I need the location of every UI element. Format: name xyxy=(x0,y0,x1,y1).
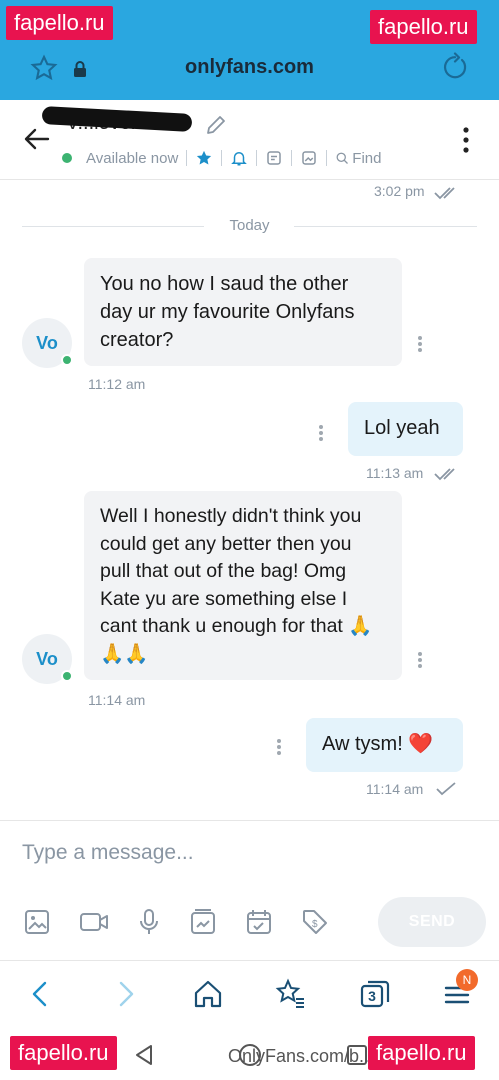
price-tag-icon[interactable]: $ xyxy=(300,907,330,937)
pencil-icon[interactable] xyxy=(205,114,227,136)
back-icon[interactable] xyxy=(24,977,58,1011)
watermark-bottom-right: fapello.ru xyxy=(368,1036,475,1070)
forward-icon[interactable] xyxy=(108,977,142,1011)
search-icon[interactable] xyxy=(335,151,350,166)
message-composer: Type a message... $ SEND xyxy=(0,820,499,960)
message-bubble-outgoing[interactable]: Aw tysm! ❤️ xyxy=(306,718,463,772)
system-back-icon[interactable] xyxy=(134,1044,154,1066)
divider xyxy=(291,150,293,166)
chat-header: V...lover Available now Find xyxy=(0,100,499,180)
message-time: 11:13 am xyxy=(366,465,424,481)
avatar[interactable]: Vo xyxy=(22,318,73,368)
message-time: 3:02 pm xyxy=(374,183,425,199)
avatar[interactable]: Vo xyxy=(22,634,73,684)
double-check-icon xyxy=(434,187,455,200)
watermark-top-right: fapello.ru xyxy=(370,10,477,44)
online-indicator xyxy=(62,153,72,163)
message-bubble-outgoing[interactable]: Lol yeah xyxy=(348,402,463,456)
kebab-icon[interactable] xyxy=(458,126,474,154)
vault-icon[interactable] xyxy=(188,907,218,937)
divider xyxy=(256,150,258,166)
status-row: Available now Find xyxy=(62,148,381,168)
notification-badge: N xyxy=(456,969,478,991)
image-icon[interactable] xyxy=(22,907,52,937)
mic-icon[interactable] xyxy=(134,907,164,937)
image-icon[interactable] xyxy=(300,149,318,167)
name-redaction-mark xyxy=(41,106,193,132)
watermark-top-left: fapello.ru xyxy=(6,6,113,40)
double-check-icon xyxy=(434,468,455,481)
divider xyxy=(221,150,223,166)
message-bubble-incoming[interactable]: Well I honestly didn't think you could g… xyxy=(84,491,402,680)
message-input[interactable]: Type a message... xyxy=(22,841,194,865)
message-options-icon[interactable] xyxy=(417,651,423,669)
star-icon[interactable] xyxy=(195,149,213,167)
check-icon xyxy=(436,782,456,796)
day-separator: Today xyxy=(22,216,477,236)
bell-icon[interactable] xyxy=(230,149,248,167)
availability-status: Available now xyxy=(86,149,179,167)
svg-text:$: $ xyxy=(312,919,318,930)
message-time: 11:12 am xyxy=(88,376,146,392)
avatar-initials: Vo xyxy=(36,649,58,669)
find-button[interactable]: Find xyxy=(352,150,381,167)
url-text[interactable]: onlyfans.com xyxy=(0,56,499,79)
calendar-icon[interactable] xyxy=(244,907,274,937)
system-recents-icon[interactable] xyxy=(346,1044,368,1066)
message-options-icon[interactable] xyxy=(276,738,282,756)
separator-line xyxy=(294,226,477,227)
message-options-icon[interactable] xyxy=(318,424,324,442)
message-bubble-incoming[interactable]: You no how I saud the other day ur my fa… xyxy=(84,258,402,366)
home-icon[interactable] xyxy=(191,977,225,1011)
divider xyxy=(326,150,328,166)
bookmarks-icon[interactable] xyxy=(274,977,308,1011)
avatar-initials: Vo xyxy=(36,333,58,353)
send-button[interactable]: SEND xyxy=(378,897,486,947)
tabs-button[interactable]: 3 xyxy=(358,977,392,1011)
reload-icon[interactable] xyxy=(440,52,470,82)
message-time: 11:14 am xyxy=(88,692,146,708)
divider xyxy=(186,150,188,166)
online-indicator xyxy=(61,354,73,366)
browser-bottom-nav: 3 N xyxy=(0,960,499,1030)
message-time: 11:14 am xyxy=(366,781,424,797)
note-icon[interactable] xyxy=(265,149,283,167)
tab-count: 3 xyxy=(368,988,376,1004)
watermark-bottom-left: fapello.ru xyxy=(10,1036,117,1070)
message-options-icon[interactable] xyxy=(417,335,423,353)
back-arrow-icon[interactable] xyxy=(22,124,52,154)
online-indicator xyxy=(61,670,73,682)
video-icon[interactable] xyxy=(78,907,110,937)
